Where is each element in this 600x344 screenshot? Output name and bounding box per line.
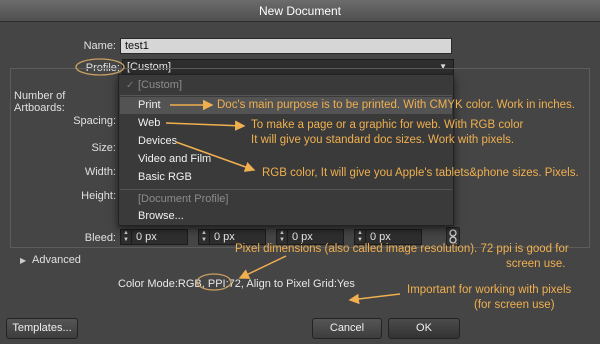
annotation-web-1: To make a page or a graphic for web. Wit… (251, 119, 524, 131)
web-arrow (165, 120, 246, 131)
annotation-pixel-2: screen use. (506, 258, 566, 270)
devices-arrow (175, 141, 256, 172)
align-arrow (348, 293, 401, 305)
annotation-print: Doc's main purpose is to be printed. Wit… (217, 99, 575, 111)
ok-button[interactable]: OK (388, 318, 460, 339)
profile-highlight-ellipse (75, 58, 125, 76)
annotation-align-2: (for screen use) (474, 299, 555, 311)
cancel-button[interactable]: Cancel (312, 318, 382, 339)
annotation-devices: RGB color, It will give you Apple's tabl… (262, 167, 579, 179)
templates-button[interactable]: Templates... (6, 318, 78, 339)
annotation-pixel-1: Pixel dimensions (also called image reso… (235, 243, 569, 255)
ppi-arrow (238, 255, 287, 279)
annotation-web-2: It will give you standard doc sizes. Wor… (251, 134, 515, 146)
annotation-align-1: Important for working with pixels (407, 284, 572, 296)
ppi-highlight-ellipse (196, 273, 232, 291)
